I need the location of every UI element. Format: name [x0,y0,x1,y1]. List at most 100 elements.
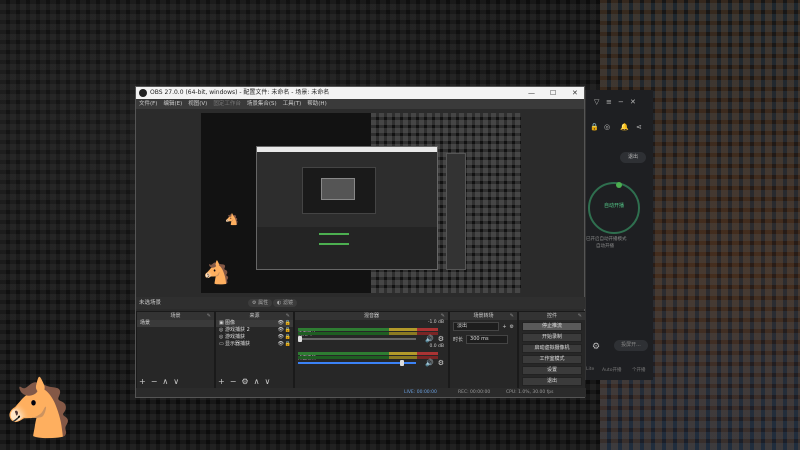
app-exit-button[interactable]: 退出 [620,152,646,163]
obs-preview-canvas[interactable]: 🐴 🐴 [201,113,521,293]
menu-tools[interactable]: 工具(T) [283,99,302,109]
lock-icon[interactable]: 🔒 [590,123,599,131]
menu-scene-collection[interactable]: 场景集合(S) [247,99,277,109]
move-up-icon[interactable]: ∧ [162,377,168,386]
close-icon[interactable]: ✕ [630,98,636,106]
shirt-icon[interactable]: ▽ [594,98,599,106]
source-item[interactable]: ◎ 游戏捕获 2 👁 🔒 [216,327,293,334]
menu-edit[interactable]: 编辑(E) [163,99,182,109]
controls-dock-title: 控件 [546,313,557,319]
transitions-dock-header: 场景转场 ✎ [450,312,517,320]
lock-icon[interactable]: 🔒 [285,320,291,327]
menu-file[interactable]: 文件(F) [139,99,157,109]
minimize-button[interactable]: — [528,87,535,99]
settings-gear-icon[interactable]: ⚙ [592,342,600,352]
move-down-icon[interactable]: ∨ [173,377,179,386]
channel-settings-icon[interactable]: ⚙ [438,359,444,367]
menu-view[interactable]: 视图(V) [188,99,207,109]
nested-side-panel [446,153,466,270]
exit-button[interactable]: 退出 [522,377,582,386]
rec-status: REC: 00:00:00 [458,390,491,395]
nested-preview [302,167,376,214]
add-transition-icon[interactable]: + [502,324,506,330]
dock-float-icon[interactable]: ✎ [286,312,290,320]
obs-window-title: OBS 27.0.0 (64-bit, windows) - 配置文件: 未命名… [150,89,330,96]
volume-meter [298,328,438,331]
mixer-dock-title: 混音器 [363,313,379,319]
sources-dock-header: 来源 ✎ [216,312,293,320]
lock-icon[interactable]: 🔒 [285,334,291,341]
properties-button[interactable]: ⚙ 属性 [248,299,273,307]
source-item[interactable]: ▣图像 👁 🔒 [216,320,293,327]
source-item[interactable]: ▭显示器捕获 👁 🔒 [216,341,293,348]
move-up-icon[interactable]: ∧ [254,377,260,386]
lock-icon[interactable]: 🔒 [285,341,291,348]
maximize-button[interactable]: ☐ [550,87,556,99]
add-source-icon[interactable]: + [218,377,225,386]
nested-meter [319,233,349,235]
screen-cast-button[interactable]: 投屏开... [614,340,648,351]
speaker-icon[interactable]: 🔊 [425,335,434,343]
start-virtual-camera-button[interactable]: 启动虚拟摄像机 [522,344,582,353]
auto-live-ring[interactable]: 自动开播 [588,182,640,234]
obs-window: OBS 27.0.0 (64-bit, windows) - 配置文件: 未命名… [135,86,586,398]
bell-icon[interactable]: 🔔 [620,123,629,131]
channel-db: -1.0 dB [427,320,444,325]
add-scene-icon[interactable]: + [139,377,146,386]
mixer-channel-mic: 麦克风/Aux -1.0 dB 🔊 ⚙ [295,320,448,344]
start-recording-button[interactable]: 开始录制 [522,333,582,342]
remove-source-icon[interactable]: − [230,377,237,386]
settings-button[interactable]: 设置 [522,366,582,375]
move-down-icon[interactable]: ∨ [264,377,270,386]
controls-dock-header: 控件 ✎ [519,312,585,320]
volume-meter-peak [298,332,438,335]
menu-help[interactable]: 帮助(H) [307,99,326,109]
visibility-eye-icon[interactable]: 👁 [278,341,284,348]
obs-menubar: 文件(F) 编辑(E) 视图(V) 固定工作台 场景集合(S) 工具(T) 帮助… [136,99,584,109]
remove-scene-icon[interactable]: − [151,377,158,386]
volume-slider[interactable] [298,362,416,364]
horse-sticker-image: 🐴 [4,376,74,441]
menu-icon[interactable]: ≡ [606,98,612,106]
dock-float-icon[interactable]: ✎ [510,312,514,320]
share-icon[interactable]: ⋖ [636,123,642,131]
dock-float-icon[interactable]: ✎ [441,312,445,320]
close-button[interactable]: ✕ [572,87,578,99]
stop-streaming-button[interactable]: 停止推流 [522,322,582,331]
visibility-eye-icon[interactable]: 👁 [278,320,284,327]
volume-slider-knob[interactable] [298,336,302,342]
scene-list-item[interactable]: 场景 [137,320,214,327]
nested-obs-capture [256,146,438,270]
volume-slider[interactable] [298,338,416,340]
volume-meter-peak [298,356,438,359]
volume-meter [298,352,438,355]
caption-line-2: 自动开播 [596,244,614,249]
volume-slider-knob[interactable] [400,360,404,366]
source-label: 图像 [225,320,236,326]
obs-titlebar: OBS 27.0.0 (64-bit, windows) - 配置文件: 未命名… [136,87,584,99]
transition-type-select[interactable]: 淡出 [453,322,500,331]
visibility-eye-icon[interactable]: 👁 [278,334,284,341]
channel-settings-icon[interactable]: ⚙ [438,335,444,343]
transitions-dock-title: 场景转场 [473,313,494,319]
duration-input[interactable]: 300 ms [466,335,509,344]
nested-titlebar [257,147,437,152]
streaming-helper-app: ▽ ≡ − ✕ 🔒 ◎ 🔔 ⋖ 退出 自动开播 已开启自动开播模式 自动开播 ⚙… [585,90,653,380]
nested-meter-2 [319,243,349,245]
source-item[interactable]: ◎ 游戏捕获 👁 🔒 [216,334,293,341]
minimize-icon[interactable]: − [618,98,624,106]
dock-float-icon[interactable]: ✎ [207,312,211,320]
studio-mode-button[interactable]: 工作室模式 [522,355,582,364]
filters-button[interactable]: ◐ 滤镜 [273,299,297,307]
auto-live-label: 自动开播 [603,203,624,209]
transition-duration-row: 时长 300 ms [450,333,517,346]
transition-settings-icon[interactable]: ⚙ [510,324,514,330]
cpu-status: CPU: 1.0%, 30.00 fps [506,390,554,395]
source-settings-icon[interactable]: ⚙ [241,377,248,386]
lock-icon[interactable]: 🔒 [285,327,291,334]
no-scene-label: 未选场景 [139,300,162,306]
visibility-eye-icon[interactable]: 👁 [278,327,284,334]
speaker-icon[interactable]: 🔊 [425,359,434,367]
camera-icon[interactable]: ◎ [604,123,610,131]
dock-float-icon[interactable]: ✎ [578,312,582,320]
